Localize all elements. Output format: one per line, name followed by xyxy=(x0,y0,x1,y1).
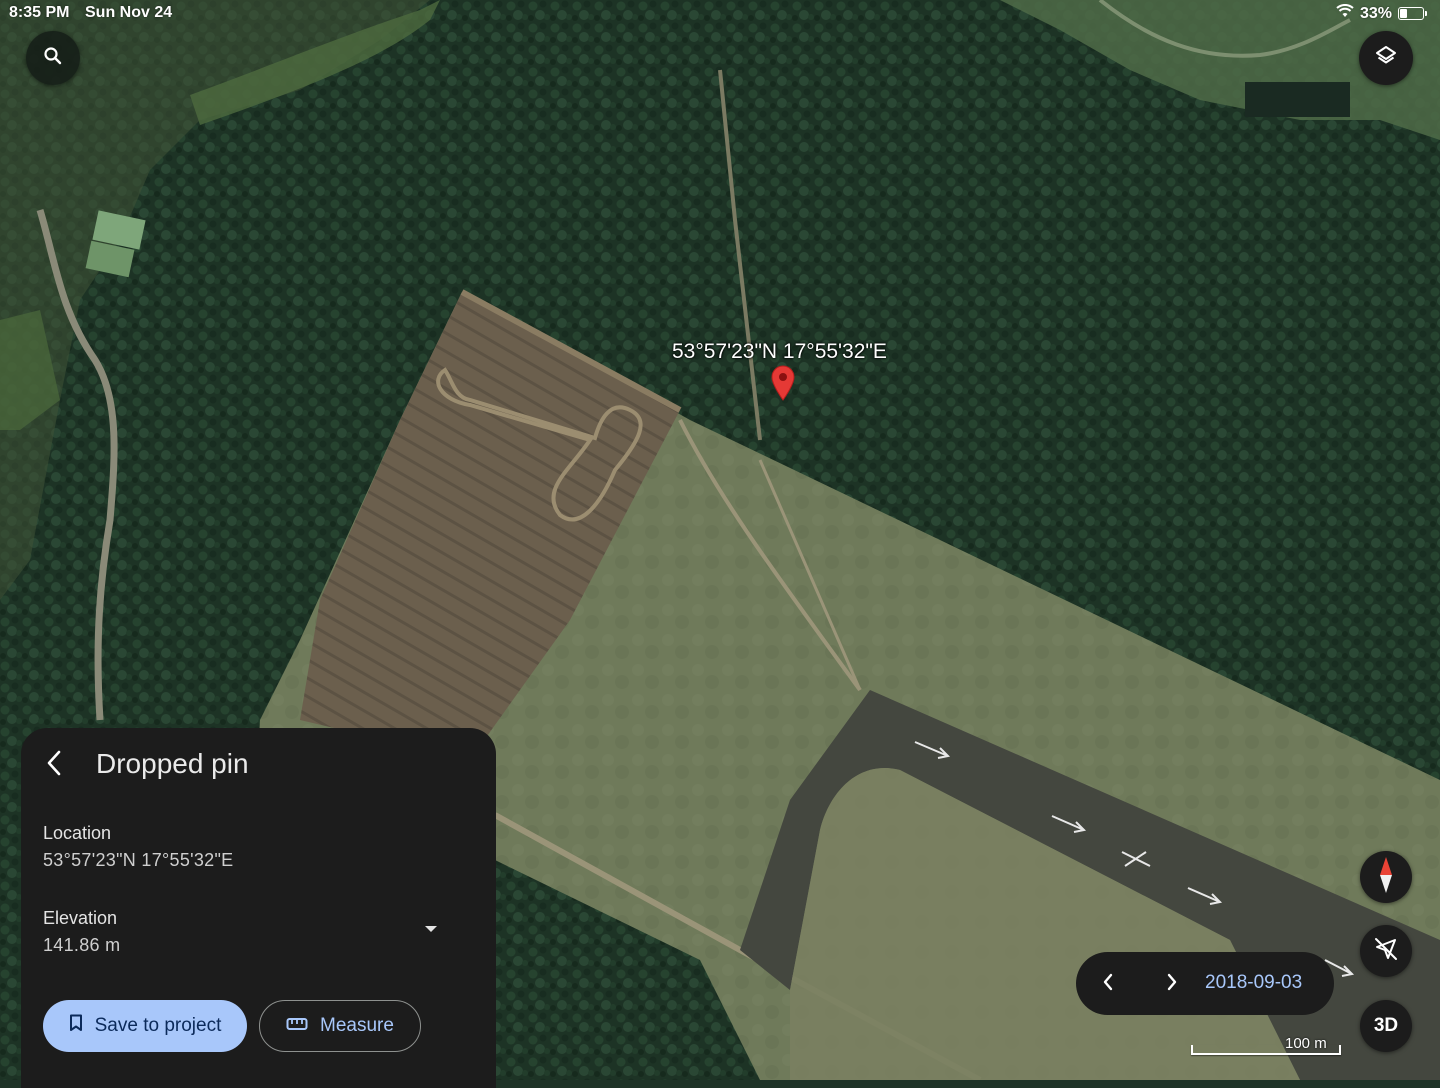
elevation-expand-button[interactable] xyxy=(423,921,439,939)
scale-bar xyxy=(1191,1045,1341,1055)
next-imagery-button[interactable] xyxy=(1158,970,1186,998)
pin-coordinates-label: 53°57'23"N 17°55'32"E xyxy=(672,340,887,363)
wifi-icon xyxy=(1336,4,1354,23)
map-pin-icon xyxy=(771,365,795,405)
measure-label: Measure xyxy=(320,1015,394,1036)
layers-button[interactable] xyxy=(1359,31,1413,85)
battery-level xyxy=(1400,9,1407,18)
caret-down-icon xyxy=(423,921,439,938)
location-value: 53°57'23"N 17°55'32"E xyxy=(43,850,234,870)
bookmark-icon xyxy=(69,1014,83,1038)
location-label: Location xyxy=(43,823,112,843)
back-button[interactable] xyxy=(39,750,69,780)
elevation-value: 141.86 m xyxy=(43,935,121,955)
elevation-label: Elevation xyxy=(43,908,118,928)
save-to-project-label: Save to project xyxy=(94,1015,222,1036)
status-date: Sun Nov 24 xyxy=(85,4,173,21)
dropped-pin-marker[interactable] xyxy=(771,365,795,406)
search-icon xyxy=(43,46,63,71)
measure-button[interactable]: Measure xyxy=(259,1000,421,1052)
layers-icon xyxy=(1374,44,1398,73)
battery-percent: 33% xyxy=(1359,4,1392,22)
3d-toggle-button[interactable]: 3D xyxy=(1360,1000,1412,1052)
chevron-left-icon xyxy=(46,750,62,781)
imagery-date[interactable]: 2018-09-03 xyxy=(1205,972,1302,994)
location-off-icon xyxy=(1373,936,1399,967)
search-button[interactable] xyxy=(26,31,80,85)
previous-imagery-button[interactable] xyxy=(1094,970,1122,998)
panel-title: Dropped pin xyxy=(96,748,249,779)
save-to-project-button[interactable]: Save to project xyxy=(43,1000,247,1052)
dropped-pin-panel: Dropped pin Location 53°57'23"N 17°55'32… xyxy=(21,728,496,1088)
ruler-icon xyxy=(286,1015,308,1037)
status-bar: 8:35 PM Sun Nov 24 33% xyxy=(0,0,1440,26)
status-indicators: 33% xyxy=(1336,4,1427,23)
chevron-left-icon xyxy=(1102,973,1114,996)
compass-button[interactable] xyxy=(1360,851,1412,903)
my-location-button[interactable] xyxy=(1360,925,1412,977)
battery-icon xyxy=(1398,7,1427,20)
3d-label: 3D xyxy=(1373,1015,1399,1036)
historical-imagery-control: 2018-09-03 xyxy=(1076,952,1334,1015)
chevron-right-icon xyxy=(1166,973,1178,996)
status-time: 8:35 PM xyxy=(9,4,70,21)
compass-icon xyxy=(1376,855,1396,900)
